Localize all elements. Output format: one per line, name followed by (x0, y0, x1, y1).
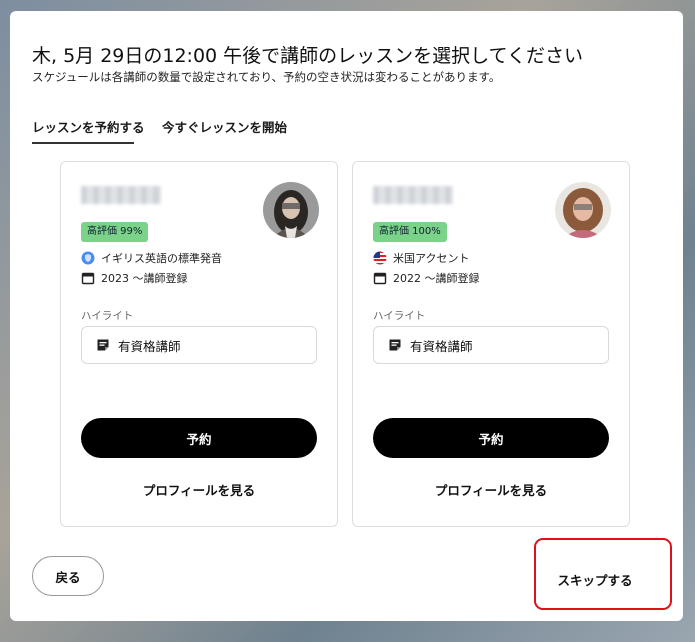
rating-badge: 高評価 100% (373, 222, 447, 242)
tutor-avatar[interactable] (555, 182, 611, 238)
highlight-item: 有資格講師 (81, 326, 317, 364)
tutor-name (373, 186, 453, 204)
accent-info: 米国アクセント (373, 250, 469, 266)
note-icon (96, 338, 110, 352)
highlight-label: ハイライト (373, 310, 426, 322)
shield-icon (81, 251, 95, 265)
lesson-select-dialog: 木, 5月 29日の12:00 午後で講師のレッスンを選択してください スケジュ… (10, 11, 683, 621)
skip-button[interactable]: スキップする (550, 567, 640, 591)
registered-info: 2023 〜講師登録 (81, 270, 188, 286)
highlight-item: 有資格講師 (373, 326, 609, 364)
tab-book-lesson[interactable]: レッスンを予約する (32, 117, 145, 144)
accent-text: イギリス英語の標準発音 (101, 252, 222, 265)
view-profile-button[interactable]: プロフィールを見る (373, 478, 609, 500)
tab-start-now[interactable]: 今すぐレッスンを開始 (162, 117, 287, 142)
highlight-label: ハイライト (81, 310, 134, 322)
tutor-card: 高評価 99% イギリス英語の標準発音 2023 〜講師登録 ハイライト 有資格… (60, 161, 338, 527)
back-button[interactable]: 戻る (32, 556, 104, 596)
book-button[interactable]: 予約 (81, 418, 317, 458)
accent-text: 米国アクセント (393, 252, 470, 265)
accent-info: イギリス英語の標準発音 (81, 250, 222, 266)
book-button[interactable]: 予約 (373, 418, 609, 458)
dialog-subtitle: スケジュールは各講師の数量で設定されており、予約の空き状況は変わることがあります… (32, 70, 501, 84)
tutor-avatar[interactable] (263, 182, 319, 238)
highlight-text: 有資格講師 (118, 338, 181, 354)
highlight-text: 有資格講師 (410, 338, 473, 354)
registered-info: 2022 〜講師登録 (373, 270, 480, 286)
dialog-title: 木, 5月 29日の12:00 午後で講師のレッスンを選択してください (32, 45, 584, 67)
view-profile-button[interactable]: プロフィールを見る (81, 478, 317, 500)
note-icon (388, 338, 402, 352)
tutor-name (81, 186, 161, 204)
calendar-icon (373, 271, 387, 285)
tutor-card: 高評価 100% 米国アクセント 2022 〜講師登録 ハイライト 有資格講師 … (352, 161, 630, 527)
calendar-icon (81, 271, 95, 285)
rating-badge: 高評価 99% (81, 222, 149, 242)
registered-text: 2022 〜講師登録 (393, 272, 480, 285)
us-flag-icon (373, 251, 387, 265)
registered-text: 2023 〜講師登録 (101, 272, 188, 285)
